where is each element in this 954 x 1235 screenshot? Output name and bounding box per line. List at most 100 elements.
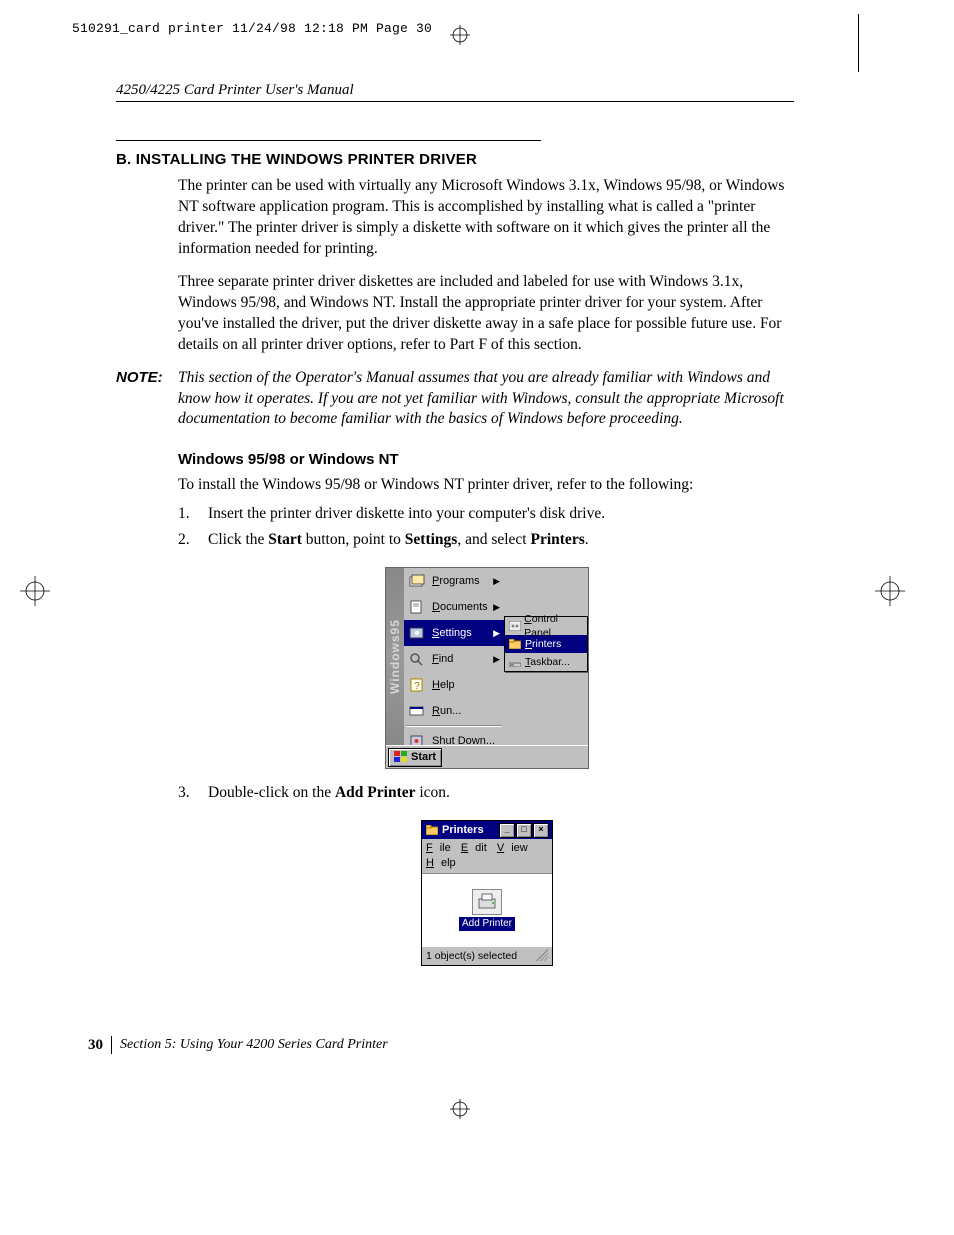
settings-submenu: Control Panel Printers Taskbar... [504, 616, 588, 672]
status-text: 1 object(s) selected [426, 949, 517, 963]
submenu-label: Taskbar... [525, 655, 570, 669]
window-client-area: Add Printer [422, 874, 552, 946]
menu-edit[interactable]: Edit [461, 842, 487, 854]
step-number: 1. [178, 504, 208, 525]
running-head-rule [116, 101, 794, 102]
menu-file[interactable]: File [426, 842, 451, 854]
section-label: Section 5: Using Your 4200 Series Card P… [120, 1036, 388, 1055]
list-item: 3. Double-click on the Add Printer icon. [178, 783, 796, 804]
submenu-arrow-icon: ▶ [493, 601, 500, 613]
submenu-item-control-panel[interactable]: Control Panel [505, 617, 587, 635]
body-paragraph: Three separate printer driver diskettes … [178, 272, 796, 356]
list-item: 1. Insert the printer driver diskette in… [178, 504, 796, 525]
submenu-arrow-icon: ▶ [493, 653, 500, 665]
minimize-button[interactable]: _ [499, 823, 515, 838]
resize-grip-icon[interactable] [536, 949, 548, 961]
menu-item-run[interactable]: Run... [404, 698, 504, 724]
menu-label: Help [432, 678, 455, 693]
status-bar: 1 object(s) selected [422, 946, 552, 965]
step-number: 2. [178, 530, 208, 551]
body-paragraph: The printer can be used with virtually a… [178, 176, 796, 260]
section-heading-b: B. INSTALLING THE WINDOWS PRINTER DRIVER [116, 150, 796, 170]
menu-separator [406, 725, 502, 727]
registration-mark-top [450, 25, 470, 45]
step-text: Click the Start button, point to Setting… [208, 530, 796, 551]
page-number: 30 [88, 1035, 103, 1055]
footer-divider [111, 1036, 112, 1054]
step-number: 3. [178, 783, 208, 804]
text-bold: Settings [405, 531, 458, 548]
menu-item-documents[interactable]: Documents ▶ [404, 594, 504, 620]
text-run: Click the [208, 531, 268, 548]
submenu-arrow-icon: ▶ [493, 575, 500, 587]
registration-mark-right [875, 576, 905, 606]
figure-start-menu: Windows95 Programs ▶ Documents ▶ Setting… [178, 567, 796, 769]
registration-mark-bottom [450, 1099, 470, 1119]
add-printer-icon[interactable] [472, 889, 502, 915]
page-content: B. INSTALLING THE WINDOWS PRINTER DRIVER… [116, 140, 796, 980]
menu-label: Settings [432, 626, 472, 641]
menu-item-help[interactable]: ? Help [404, 672, 504, 698]
text-bold: Add Printer [335, 784, 416, 801]
menu-help[interactable]: Help [426, 857, 456, 869]
control-panel-icon [508, 620, 521, 632]
programs-icon [408, 573, 426, 589]
close-button[interactable]: × [533, 823, 549, 838]
menu-item-settings[interactable]: Settings ▶ [404, 620, 504, 646]
step-text: Insert the printer driver diskette into … [208, 504, 796, 525]
step-list: 3. Double-click on the Add Printer icon. [178, 783, 796, 804]
subheading: Windows 95/98 or Windows NT [178, 450, 796, 470]
menu-view[interactable]: View [497, 842, 528, 854]
run-icon [408, 703, 426, 719]
text-run: . [585, 531, 589, 548]
body-paragraph: To install the Windows 95/98 or Windows … [178, 475, 796, 496]
maximize-button[interactable]: □ [516, 823, 532, 838]
taskbar: Start [386, 745, 588, 768]
text-run: Double-click on the [208, 784, 335, 801]
menu-label: Programs [432, 574, 480, 589]
menu-label: Find [432, 652, 453, 667]
text-run: button, point to [302, 531, 405, 548]
start-label: Start [411, 750, 436, 765]
menu-label: Documents [432, 600, 488, 615]
start-button[interactable]: Start [388, 748, 442, 767]
note-body: This section of the Operator's Manual as… [178, 368, 796, 431]
taskbar-icon [508, 656, 522, 668]
find-icon [408, 651, 426, 667]
documents-icon [408, 599, 426, 615]
print-slug: 510291_card printer 11/24/98 12:18 PM Pa… [72, 20, 432, 38]
start-menu: Programs ▶ Documents ▶ Settings ▶ Find ▶ [404, 568, 504, 754]
text-run: , and select [457, 531, 530, 548]
text-bold: Start [268, 531, 302, 548]
help-icon: ? [408, 677, 426, 693]
svg-text:?: ? [414, 681, 420, 692]
registration-mark-left [20, 576, 50, 606]
windows95-sidebar: Windows95 [386, 568, 404, 746]
menu-bar: File Edit View Help [422, 839, 552, 874]
submenu-label: Control Panel [524, 612, 584, 640]
trim-mark [858, 14, 859, 72]
windows-logo-icon [394, 751, 408, 763]
note-block: NOTE: This section of the Operator's Man… [116, 368, 796, 431]
heading-rule [116, 140, 541, 141]
submenu-label: Printers [525, 637, 561, 651]
menu-item-find[interactable]: Find ▶ [404, 646, 504, 672]
figure-printers-window: Printers _ □ × File Edit View Help Add P… [178, 820, 796, 966]
submenu-arrow-icon: ▶ [493, 627, 500, 639]
text-bold: Printers [531, 531, 585, 548]
add-printer-label[interactable]: Add Printer [459, 917, 515, 931]
note-label: NOTE: [116, 368, 178, 431]
page-footer: 30 Section 5: Using Your 4200 Series Car… [88, 1035, 388, 1055]
window-title: Printers [442, 823, 484, 838]
text-run: icon. [416, 784, 450, 801]
printers-folder-icon [508, 638, 522, 650]
submenu-item-taskbar[interactable]: Taskbar... [505, 653, 587, 671]
printers-folder-icon [425, 824, 439, 836]
window-titlebar: Printers _ □ × [422, 821, 552, 839]
step-text: Double-click on the Add Printer icon. [208, 783, 796, 804]
settings-icon [408, 625, 426, 641]
menu-label: Run... [432, 704, 461, 719]
list-item: 2. Click the Start button, point to Sett… [178, 530, 796, 551]
step-list: 1. Insert the printer driver diskette in… [178, 504, 796, 552]
menu-item-programs[interactable]: Programs ▶ [404, 568, 504, 594]
